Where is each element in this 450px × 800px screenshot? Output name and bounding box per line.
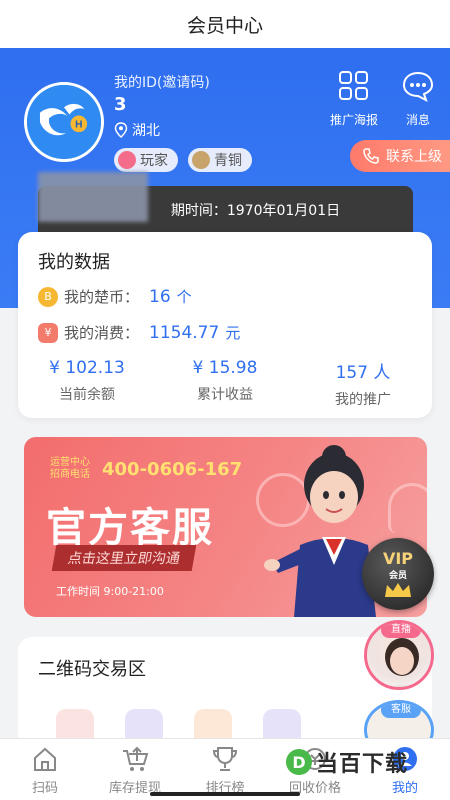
tab-scan-label: 扫码 — [31, 781, 58, 796]
trophy-icon — [212, 747, 238, 771]
my-data-title: 我的数据 — [38, 252, 110, 273]
referrals-stat[interactable]: 157 人 我的推广 — [294, 358, 432, 409]
contact-superior-button[interactable]: 联系上级 — [350, 140, 450, 172]
poster-button[interactable]: 推广海报 — [324, 70, 384, 128]
role-badge: 玩家 — [114, 148, 178, 172]
qr-trade-title: 二维码交易区 — [38, 659, 146, 680]
blurred-region — [38, 172, 148, 222]
watermark: D 当百下载 — [286, 746, 408, 778]
spend-label: 我的消费： — [64, 324, 140, 342]
cart-upload-icon — [123, 746, 149, 771]
earnings-stat[interactable]: ¥ 15.98 累计收益 — [156, 358, 294, 409]
vip-text: VIP — [382, 549, 414, 568]
live-tag: 直播 — [381, 623, 421, 638]
earnings-value: ¥ 15.98 — [192, 358, 258, 378]
coin-label: 我的楚币： — [64, 288, 140, 306]
contact-label: 联系上级 — [386, 149, 442, 165]
balance-label: 当前余额 — [59, 387, 115, 403]
vip-member-badge[interactable]: VIP 会员 — [362, 538, 434, 610]
coin-unit: 个 — [176, 288, 192, 306]
message-bubble-icon — [402, 71, 434, 102]
coin-icon: B — [38, 286, 58, 307]
phone-icon — [363, 148, 379, 164]
stats-row: ¥ 102.13 当前余额 ¥ 15.98 累计收益 157 人 我的推广 — [18, 358, 432, 409]
watermark-logo-icon: D — [286, 749, 312, 775]
spend-value: 1154.77 — [149, 322, 220, 343]
home-indicator[interactable] — [150, 792, 300, 796]
tab-scan[interactable]: 扫码 — [0, 739, 90, 800]
banner-phone: 400-0606-167 — [102, 459, 243, 480]
coin-row: B 我的楚币： 16 个 — [38, 286, 192, 307]
role-badge-label: 玩家 — [140, 153, 168, 169]
spend-unit: 元 — [225, 324, 241, 342]
tab-withdraw[interactable]: 库存提现 — [90, 739, 180, 800]
poster-label: 推广海报 — [329, 113, 378, 127]
earnings-label: 累计收益 — [197, 387, 253, 403]
home-icon — [34, 747, 56, 771]
role-badge-icon — [118, 151, 136, 169]
vip-sub: 会员 — [388, 571, 407, 581]
crown-icon — [385, 583, 411, 597]
location-pin-icon — [114, 122, 128, 138]
tab-mine-label: 我的 — [391, 781, 418, 796]
top-bar: 会员中心 — [0, 0, 450, 48]
message-label: 消息 — [405, 113, 430, 127]
balance-value: ¥ 102.13 — [49, 358, 125, 378]
banner-hours: 工作时间 9:00-21:00 — [56, 585, 164, 598]
tab-ranking[interactable]: 排行榜 — [180, 739, 270, 800]
location: 湖北 — [114, 120, 160, 140]
level-badges: 玩家 青铜 — [114, 148, 252, 172]
referrals-value: 157 人 — [335, 363, 391, 383]
invite-id-value: 3 — [114, 94, 127, 115]
location-text: 湖北 — [132, 123, 160, 139]
rank-badge: 青铜 — [188, 148, 252, 172]
avatar-letter: H — [75, 120, 82, 131]
balance-stat[interactable]: ¥ 102.13 当前余额 — [18, 358, 156, 409]
vip-expiry-text: 期时间：1970年01月01日 — [170, 203, 341, 219]
coin-value: 16 — [149, 286, 171, 307]
invite-id-label: 我的ID(邀请码) — [114, 75, 210, 91]
page-title: 会员中心 — [186, 14, 263, 37]
spend-row: ¥ 我的消费： 1154.77 元 — [38, 322, 240, 343]
watermark-text: 当百下载 — [316, 752, 409, 777]
banner-caption-line2: 招商电话 — [50, 469, 90, 480]
money-bag-icon: ¥ — [38, 322, 58, 343]
rank-badge-label: 青铜 — [214, 153, 242, 169]
rank-badge-icon — [192, 151, 210, 169]
poster-grid-icon — [339, 71, 368, 100]
my-data-card: 我的数据 B 我的楚币： 16 个 ¥ 我的消费： 1154.77 元 ¥ 10… — [18, 232, 432, 418]
avatar-logo-icon: H — [27, 85, 101, 159]
referrals-label: 我的推广 — [335, 392, 391, 408]
banner-caption: 运营中心 招商电话 — [50, 457, 90, 481]
live-stream-float[interactable]: 直播 — [364, 620, 434, 690]
banner-cta-button[interactable]: 点击这里立即沟通 — [51, 545, 197, 571]
banner-caption-line1: 运营中心 — [50, 457, 90, 468]
service-tag: 客服 — [381, 703, 421, 718]
avatar[interactable]: H — [24, 82, 104, 162]
message-button[interactable]: 消息 — [388, 70, 448, 128]
